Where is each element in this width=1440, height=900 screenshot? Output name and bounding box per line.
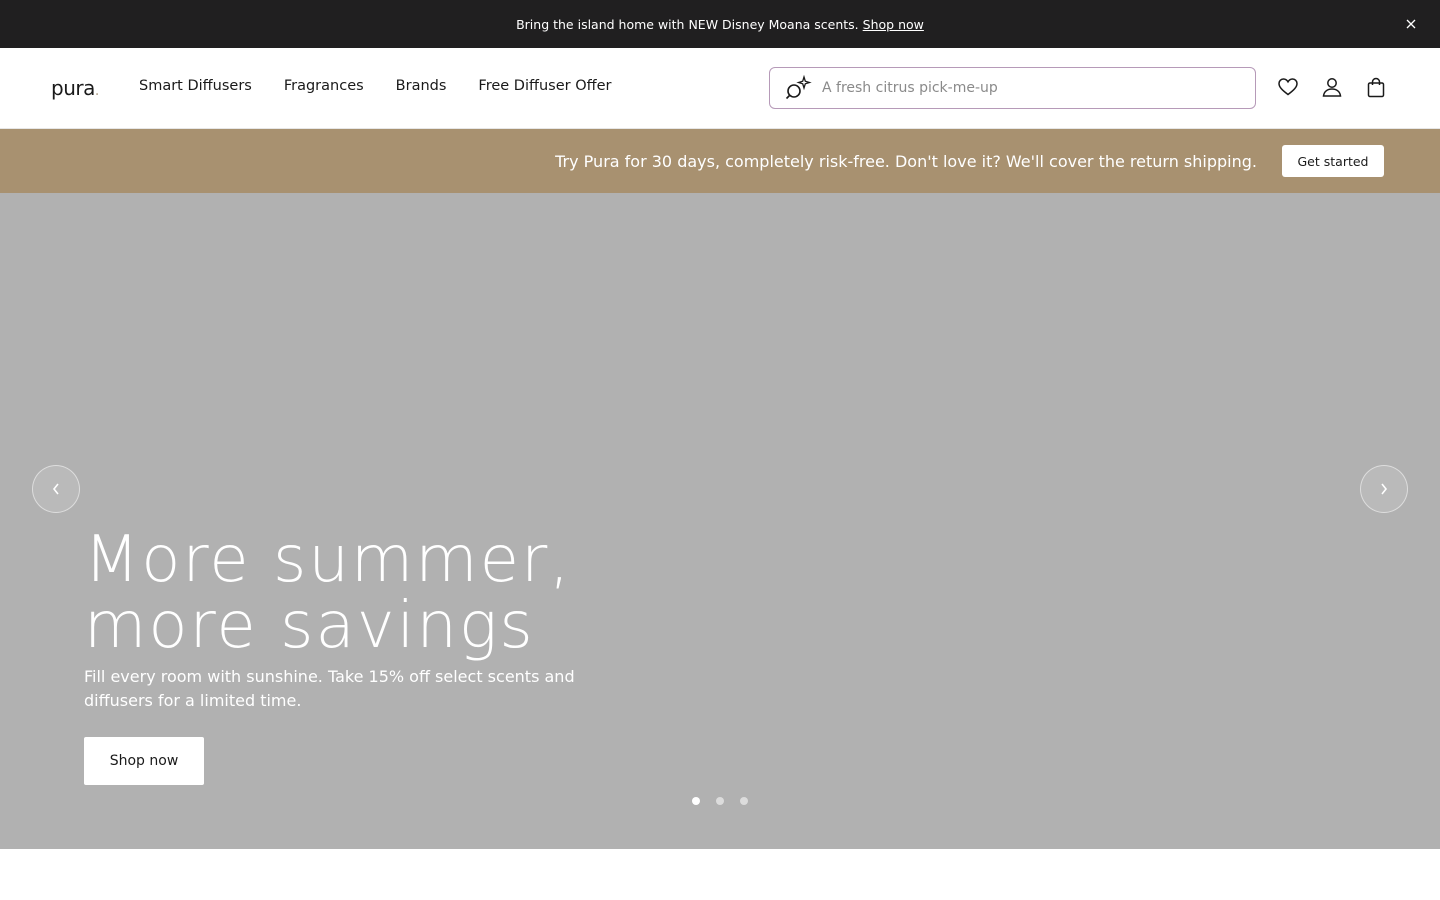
logo-text: pura — [51, 76, 95, 100]
nav-free-diffuser-offer[interactable]: Free Diffuser Offer — [478, 78, 611, 94]
carousel-next-button[interactable] — [1360, 465, 1408, 513]
hero-shop-now-button[interactable]: Shop now — [84, 737, 204, 785]
carousel-dots — [692, 797, 748, 805]
hero-carousel: More summer, more savings Fill every roo… — [0, 193, 1440, 849]
pura-logo[interactable]: pura. — [51, 76, 99, 100]
nav-brands[interactable]: Brands — [396, 78, 447, 94]
logo-dot: . — [94, 83, 99, 99]
site-header: pura. Smart Diffusers Fragrances Brands … — [0, 48, 1440, 129]
carousel-dot-3[interactable] — [740, 797, 748, 805]
search-input[interactable] — [822, 80, 1222, 96]
header-icons — [1278, 76, 1386, 98]
promo-text: Try Pura for 30 days, completely risk-fr… — [555, 151, 1257, 171]
carousel-dot-2[interactable] — [716, 797, 724, 805]
announcement-shop-link[interactable]: Shop now — [863, 17, 924, 32]
bag-icon[interactable] — [1366, 76, 1386, 98]
get-started-button[interactable]: Get started — [1282, 145, 1384, 177]
hero-title: More summer, more savings — [84, 523, 572, 663]
chevron-left-icon — [52, 483, 59, 495]
account-icon[interactable] — [1322, 76, 1342, 98]
promo-banner: Try Pura for 30 days, completely risk-fr… — [0, 129, 1440, 193]
nav-fragrances[interactable]: Fragrances — [284, 78, 364, 94]
announcement-text: Bring the island home with NEW Disney Mo… — [516, 16, 859, 32]
carousel-dot-1[interactable] — [692, 797, 700, 805]
chevron-right-icon — [1381, 483, 1388, 495]
announcement-bar: Bring the island home with NEW Disney Mo… — [0, 0, 1440, 48]
ai-search-icon — [785, 74, 812, 100]
search-bar[interactable] — [769, 67, 1256, 109]
main-nav: Smart Diffusers Fragrances Brands Free D… — [139, 78, 612, 94]
heart-icon[interactable] — [1278, 76, 1298, 98]
close-icon[interactable] — [1402, 15, 1420, 33]
hero-subtitle: Fill every room with sunshine. Take 15% … — [84, 667, 575, 710]
nav-smart-diffusers[interactable]: Smart Diffusers — [139, 78, 252, 94]
carousel-prev-button[interactable] — [32, 465, 80, 513]
